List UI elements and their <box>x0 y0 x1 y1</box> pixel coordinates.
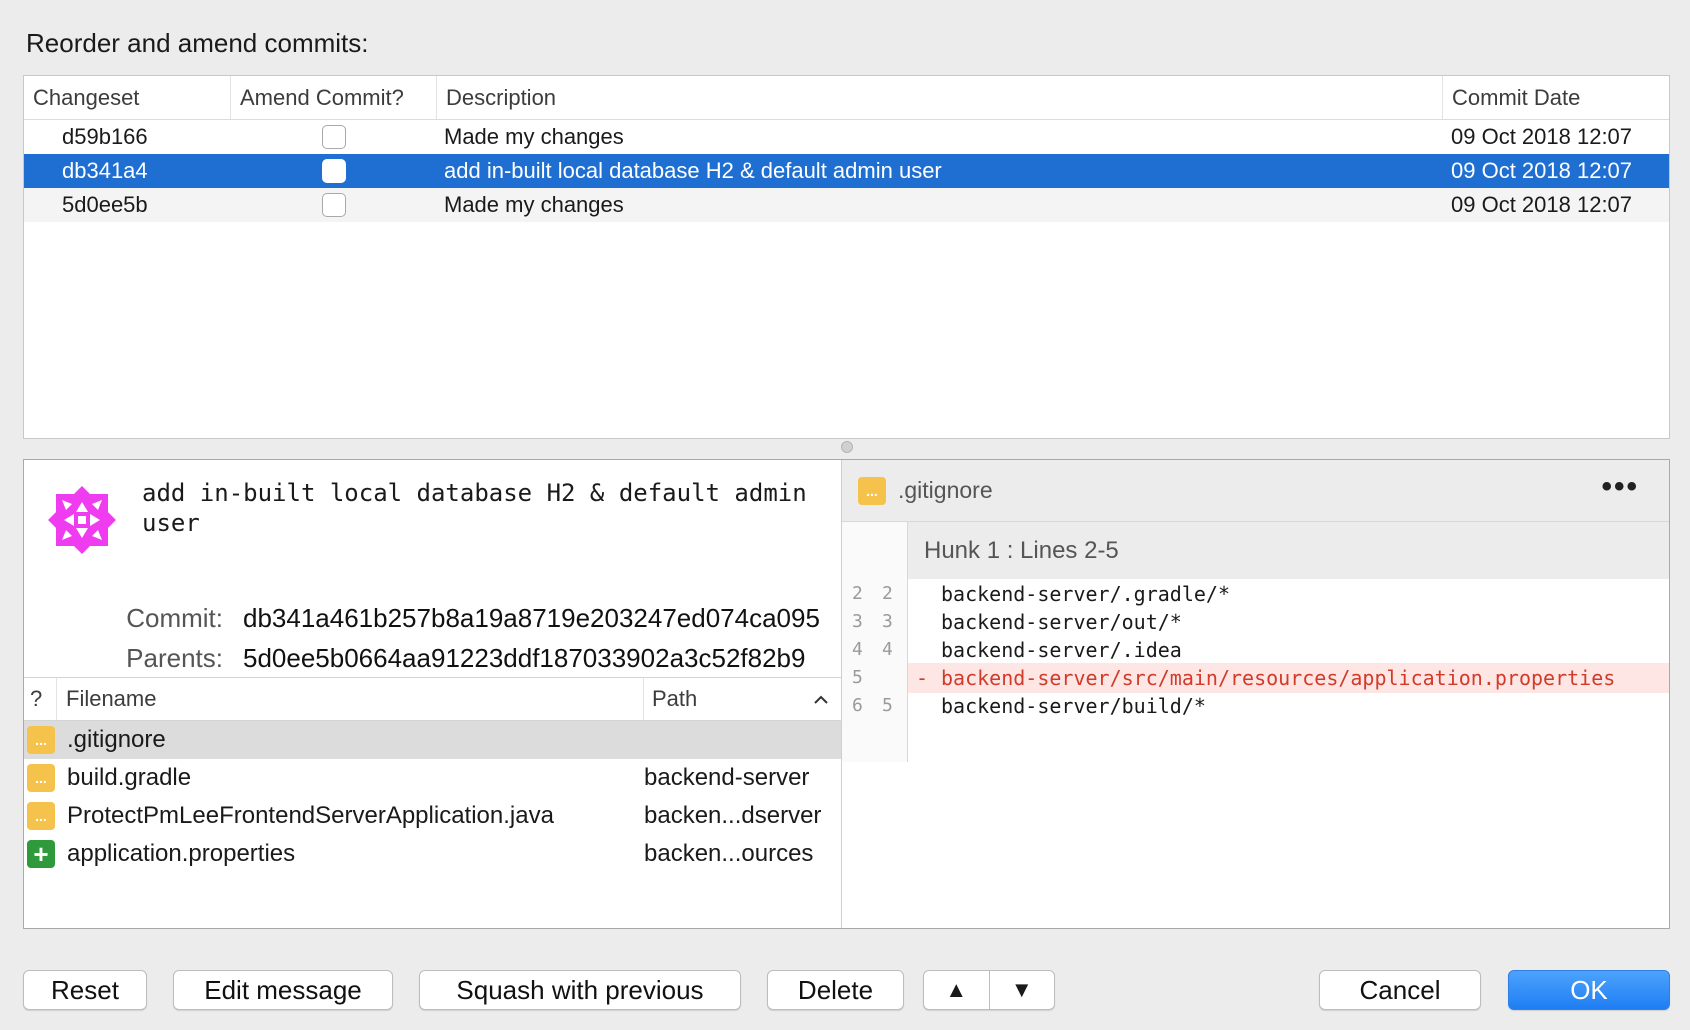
diff-line-removed: 5 backend-server/src/main/resources/appl… <box>842 663 1669 693</box>
column-header-changeset[interactable]: Changeset <box>24 76 231 119</box>
modified-file-icon: ... <box>858 476 886 505</box>
splitter-handle-icon[interactable] <box>841 441 853 453</box>
changeset-cell: 5d0ee5b <box>62 192 148 217</box>
commit-hash: db341a461b257b8a19a8719e203247ed074ca095 <box>243 603 820 633</box>
diff-line-text: backend-server/build/* <box>941 694 1206 718</box>
chevron-up-icon <box>814 695 828 704</box>
commit-meta: Commit: db341a461b257b8a19a8719e203247ed… <box>24 598 842 678</box>
commit-row[interactable]: d59b166 Made my changes 09 Oct 2018 12:0… <box>24 120 1669 154</box>
commit-date-cell: 09 Oct 2018 12:07 <box>1451 192 1633 217</box>
diff-line-text: backend-server/out/* <box>941 610 1182 634</box>
diff-line-text: backend-server/src/main/resources/applic… <box>908 663 1669 693</box>
old-line-number: 3 <box>852 611 863 632</box>
commit-message: add in-built local database H2 & default… <box>142 479 807 537</box>
column-header-path[interactable]: Path <box>644 678 841 720</box>
diff-line: 6 5 backend-server/build/* <box>842 691 1669 721</box>
ok-button[interactable]: OK <box>1508 970 1670 1010</box>
commit-date-cell: 09 Oct 2018 12:07 <box>1451 124 1633 149</box>
author-avatar <box>48 486 116 554</box>
parents-label: Parents: <box>126 643 223 673</box>
old-line-number: 4 <box>852 639 863 660</box>
hunk-header: Hunk 1 : Lines 2-5 <box>908 522 1669 579</box>
move-up-button[interactable]: ▲ <box>924 971 990 1009</box>
added-file-icon: + <box>27 840 55 868</box>
amend-checkbox[interactable] <box>322 125 346 149</box>
cancel-button[interactable]: Cancel <box>1319 970 1481 1010</box>
amend-cell <box>231 154 437 188</box>
commits-table-header: Changeset Amend Commit? Description Comm… <box>24 76 1669 120</box>
modified-file-icon: ... <box>27 726 55 754</box>
file-path: backen...dserver <box>644 802 822 829</box>
amend-checkbox[interactable] <box>322 193 346 217</box>
new-line-number: 4 <box>882 639 893 660</box>
changed-files-table: ? Filename Path ... .gitignore ... build… <box>24 677 841 873</box>
diff-line: 3 3 backend-server/out/* <box>842 607 1669 637</box>
diff-line: 2 2 backend-server/.gradle/* <box>842 579 1669 609</box>
file-name: .gitignore <box>67 726 166 753</box>
files-table-header: ? Filename Path <box>24 677 841 721</box>
more-options-icon[interactable]: ••• <box>1601 470 1639 504</box>
modified-file-icon: ... <box>27 802 55 830</box>
column-header-commit-date[interactable]: Commit Date <box>1443 76 1669 119</box>
old-line-number: 5 <box>852 667 863 688</box>
diff-pane: ... .gitignore ••• Hunk 1 : Lines 2-5 2 … <box>842 460 1669 928</box>
commit-row-selected[interactable]: db341a4 add in-built local database H2 &… <box>24 154 1669 188</box>
diff-line-text: backend-server/.gradle/* <box>941 582 1230 606</box>
commit-details-panel: add in-built local database H2 & default… <box>23 459 1670 929</box>
description-cell: Made my changes <box>444 192 624 217</box>
file-row[interactable]: ... ProtectPmLeeFrontendServerApplicatio… <box>24 797 841 835</box>
move-down-button[interactable]: ▼ <box>990 971 1055 1009</box>
old-line-number: 6 <box>852 695 863 716</box>
column-header-filename[interactable]: Filename <box>57 678 644 720</box>
new-line-number: 5 <box>882 695 893 716</box>
dialog-heading: Reorder and amend commits: <box>26 28 369 58</box>
file-row[interactable]: + application.properties backen...ources <box>24 835 841 873</box>
amend-cell <box>231 120 437 154</box>
delete-button[interactable]: Delete <box>767 970 904 1010</box>
file-path: backend-server <box>644 764 810 791</box>
file-name: ProtectPmLeeFrontendServerApplication.ja… <box>67 802 554 829</box>
new-line-number: 3 <box>882 611 893 632</box>
edit-message-button[interactable]: Edit message <box>173 970 393 1010</box>
column-header-status[interactable]: ? <box>24 678 57 720</box>
diff-line-text: backend-server/.idea <box>941 638 1182 662</box>
amend-checkbox[interactable] <box>322 159 346 183</box>
modified-file-icon: ... <box>27 764 55 792</box>
commit-info-pane: add in-built local database H2 & default… <box>24 460 842 928</box>
column-header-amend[interactable]: Amend Commit? <box>231 76 437 119</box>
column-header-description[interactable]: Description <box>437 76 1443 119</box>
amend-cell <box>231 188 437 222</box>
commits-table: Changeset Amend Commit? Description Comm… <box>23 75 1670 439</box>
changeset-cell: d59b166 <box>62 124 148 149</box>
file-row-selected[interactable]: ... .gitignore <box>24 721 841 759</box>
removed-line-marker: - <box>916 666 929 690</box>
commit-label: Commit: <box>126 603 223 633</box>
column-header-path-label: Path <box>652 686 698 711</box>
diff-file-name: .gitignore <box>898 477 993 503</box>
move-commit-buttons: ▲ ▼ <box>923 970 1055 1010</box>
file-name: build.gradle <box>67 764 192 791</box>
reset-button[interactable]: Reset <box>23 970 147 1010</box>
pane-splitter[interactable] <box>23 439 1670 459</box>
description-cell: Made my changes <box>444 124 624 149</box>
description-cell: add in-built local database H2 & default… <box>444 158 942 183</box>
changeset-cell: db341a4 <box>62 158 148 183</box>
commit-date-cell: 09 Oct 2018 12:07 <box>1451 158 1633 183</box>
diff-header: ... .gitignore ••• <box>842 460 1669 522</box>
parents-hash[interactable]: 5d0ee5b0664aa91223ddf187033902a3c52f82b9 <box>243 638 805 678</box>
old-line-number: 2 <box>852 583 863 604</box>
new-line-number: 2 <box>882 583 893 604</box>
file-path: backen...ources <box>644 840 814 867</box>
file-row[interactable]: ... build.gradle backend-server <box>24 759 841 797</box>
commit-row[interactable]: 5d0ee5b Made my changes 09 Oct 2018 12:0… <box>24 188 1669 222</box>
squash-with-previous-button[interactable]: Squash with previous <box>419 970 741 1010</box>
file-name: application.properties <box>67 840 296 867</box>
diff-line: 4 4 backend-server/.idea <box>842 635 1669 665</box>
